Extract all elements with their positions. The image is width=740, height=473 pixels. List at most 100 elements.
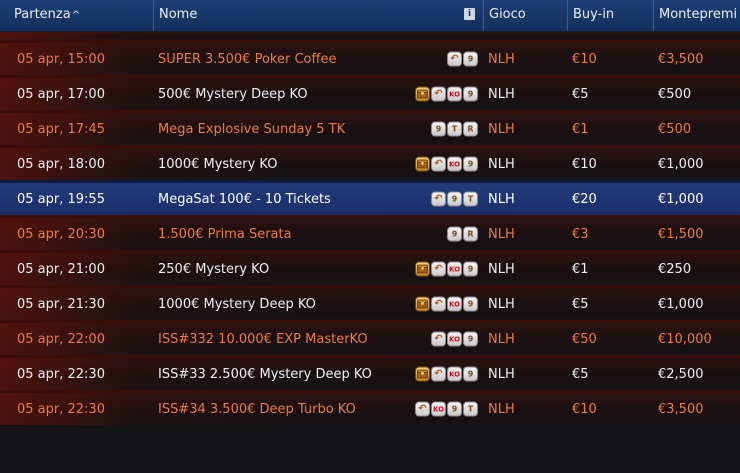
chest-icon [415, 261, 430, 277]
prize-pool: €3,500 [658, 51, 704, 67]
tournament-badges: ↶ KO 9 [415, 296, 478, 312]
buy-in: €10 [572, 401, 597, 417]
nine-badge: 9 [463, 156, 478, 172]
game-type: NLH [488, 121, 515, 137]
tournament-name: Mega Explosive Sunday 5 TK 9 T R [153, 113, 483, 145]
tournament-name: 1000€ Mystery KO ↶ KO 9 [153, 148, 483, 180]
start-time: 05 apr, 20:30 [17, 226, 105, 242]
redo-icon: ↶ [431, 191, 446, 207]
game-type: NLH [488, 401, 515, 417]
chest-icon [415, 156, 430, 172]
tournament-name: 1.500€ Prima Serata 9 R [153, 218, 483, 250]
nine-badge: 9 [463, 366, 478, 382]
chest-icon [415, 366, 430, 382]
tournament-row[interactable]: 05 apr, 19:55 MegaSat 100€ - 10 Tickets ↶ 9… [0, 180, 740, 215]
tournament-row[interactable]: 05 apr, 21:00 250€ Mystery KO ↶ KO 9 NLH €1 €25… [0, 250, 740, 285]
tournament-name: ISS#33 2.500€ Mystery Deep KO ↶ KO 9 [153, 358, 483, 390]
start-time: 05 apr, 21:00 [17, 261, 105, 277]
redo-icon: ↶ [431, 156, 446, 172]
tournament-badges: ↶ 9 [447, 51, 478, 67]
tournament-row[interactable]: 05 apr, 20:30 1.500€ Prima Serata 9 R NLH €3 €… [0, 215, 740, 250]
tournament-row[interactable]: 05 apr, 17:00 500€ Mystery Deep KO ↶ KO 9 NLH… [0, 75, 740, 110]
redo-icon: ↶ [431, 296, 446, 312]
prize-pool: €2,500 [658, 366, 704, 382]
game-type: NLH [488, 226, 515, 242]
game-type: NLH [488, 296, 515, 312]
sort-ascending-icon[interactable]: ^ [72, 10, 80, 21]
ko-badge: KO [447, 156, 462, 172]
tournament-row[interactable]: 05 apr, 15:00 SUPER 3.500€ Poker Coffee ↶ 9… [0, 40, 740, 75]
prize-pool: €1,500 [658, 226, 704, 242]
table-header: Partenza^ Nome i Gioco Buy-in Montepremi [0, 0, 740, 32]
column-header-buyin[interactable]: Buy-in [567, 0, 653, 31]
start-time: 05 apr, 18:00 [17, 156, 105, 172]
game-type: NLH [488, 86, 515, 102]
tournament-badges: 9R [447, 226, 478, 242]
ko-badge: KO [447, 86, 462, 102]
column-header-prize[interactable]: Montepremi [653, 0, 740, 31]
game-type: NLH [488, 51, 515, 67]
chest-icon [415, 296, 430, 312]
start-time: 05 apr, 21:30 [17, 296, 105, 312]
buy-in: €5 [572, 296, 589, 312]
tournament-name-label: ISS#34 3.500€ Deep Turbo KO [158, 401, 356, 417]
chest-icon [415, 86, 430, 102]
redo-icon: ↶ [431, 331, 446, 347]
tournament-badges: 9TR [431, 121, 478, 137]
info-icon[interactable]: i [464, 8, 475, 20]
start-time: 05 apr, 22:30 [17, 366, 105, 382]
column-header-name[interactable]: Nome i [153, 0, 483, 31]
column-header-prize-label: Montepremi [659, 7, 738, 22]
column-header-game[interactable]: Gioco [483, 0, 567, 31]
tournament-badges: ↶ KO 9 [415, 366, 478, 382]
buy-in: €5 [572, 86, 589, 102]
tournament-badges: ↶ KO 9 [415, 86, 478, 102]
t-badge: T [463, 401, 478, 417]
redo-icon: ↶ [431, 86, 446, 102]
tournament-badges: ↶ 9 T [431, 191, 478, 207]
tournament-name-label: ISS#332 10.000€ EXP MasterKO [158, 331, 368, 347]
tournament-badges: ↶ KO 9 [431, 331, 478, 347]
partial-row [0, 32, 740, 40]
tournament-name-label: Mega Explosive Sunday 5 TK [158, 121, 346, 137]
nine-badge: 9 [463, 261, 478, 277]
column-header-buyin-label: Buy-in [573, 7, 615, 22]
start-time: 05 apr, 22:30 [17, 401, 105, 417]
nine-badge: 9 [463, 296, 478, 312]
nine-badge: 9 [447, 191, 462, 207]
tournament-name: ISS#332 10.000€ EXP MasterKO ↶ KO 9 [153, 323, 483, 355]
tournament-name-label: 1000€ Mystery KO [158, 156, 278, 172]
start-time: 05 apr, 17:00 [17, 86, 105, 102]
nine-badge: 9 [431, 121, 446, 137]
tournament-name-label: 500€ Mystery Deep KO [158, 86, 308, 102]
redo-icon: ↶ [447, 51, 462, 67]
tournament-name: 1000€ Mystery Deep KO ↶ KO 9 [153, 288, 483, 320]
prize-pool: €500 [658, 86, 692, 102]
ko-badge: KO [431, 401, 446, 417]
game-type: NLH [488, 156, 515, 172]
tournament-row[interactable]: 05 apr, 18:00 1000€ Mystery KO ↶ KO 9 NLH €10 €… [0, 145, 740, 180]
nine-badge: 9 [447, 226, 462, 242]
t-badge: T [463, 191, 478, 207]
t-badge: T [447, 121, 462, 137]
ko-badge: KO [447, 331, 462, 347]
tournament-name: SUPER 3.500€ Poker Coffee ↶ 9 [153, 43, 483, 75]
tournament-row[interactable]: 05 apr, 21:30 1000€ Mystery Deep KO ↶ KO 9 NL… [0, 285, 740, 320]
start-time: 05 apr, 19:55 [17, 191, 105, 207]
tournament-name-label: 1.500€ Prima Serata [158, 226, 292, 242]
r-badge: R [463, 121, 478, 137]
column-header-start[interactable]: Partenza^ [0, 0, 153, 31]
nine-badge: 9 [463, 86, 478, 102]
start-time: 05 apr, 22:00 [17, 331, 105, 347]
tournament-row[interactable]: 05 apr, 22:00 ISS#332 10.000€ EXP MasterK… [0, 320, 740, 355]
nine-badge: 9 [463, 51, 478, 67]
tournament-list: 05 apr, 15:00 SUPER 3.500€ Poker Coffee ↶ 9… [0, 32, 740, 425]
tournament-row[interactable]: 05 apr, 22:30 ISS#33 2.500€ Mystery Deep … [0, 355, 740, 390]
tournament-badges: ↶ KO 9 T [415, 401, 478, 417]
ko-badge: KO [447, 366, 462, 382]
tournament-row[interactable]: 05 apr, 17:45 Mega Explosive Sunday 5 TK 9… [0, 110, 740, 145]
ko-badge: KO [447, 296, 462, 312]
nine-badge: 9 [463, 331, 478, 347]
tournament-row[interactable]: 05 apr, 22:30 ISS#34 3.500€ Deep Turbo KO… [0, 390, 740, 425]
buy-in: €5 [572, 366, 589, 382]
